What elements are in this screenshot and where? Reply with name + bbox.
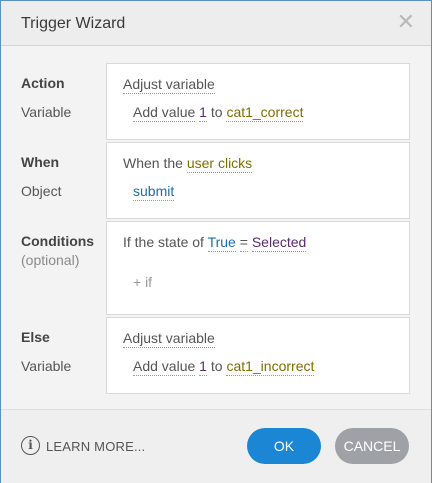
when-prefix: When the — [123, 155, 183, 171]
else-amount[interactable]: 1 — [199, 358, 207, 376]
else-variable[interactable]: cat1_incorrect — [226, 358, 315, 376]
dialog-title: Trigger Wizard — [21, 15, 126, 32]
condition-operator[interactable]: = — [239, 234, 248, 252]
conditions-label: Conditions — [21, 233, 95, 249]
conditions-box: If the state of True = Selected + if — [106, 221, 410, 315]
when-sub-label: Object — [21, 183, 62, 199]
action-label: Action — [21, 75, 65, 91]
when-label: When — [21, 154, 60, 170]
cancel-button[interactable]: CANCEL — [335, 428, 409, 464]
trigger-wizard-dialog: Trigger Wizard ✕ Action Variable Adjust … — [0, 0, 432, 483]
action-op[interactable]: Add value — [133, 104, 196, 122]
action-amount[interactable]: 1 — [199, 104, 207, 122]
conditions-sub-label: (optional) — [21, 252, 80, 268]
else-action-select[interactable]: Adjust variable — [123, 330, 215, 348]
when-box: When the user clicks submit — [106, 142, 410, 219]
else-label: Else — [21, 329, 50, 345]
when-object[interactable]: submit — [133, 183, 175, 201]
action-variable[interactable]: cat1_correct — [226, 104, 304, 122]
else-sub-label: Variable — [21, 358, 72, 374]
learn-more-link[interactable]: LEARN MORE... — [46, 439, 145, 454]
else-to-text: to — [210, 358, 223, 374]
when-event[interactable]: user clicks — [186, 155, 253, 173]
close-icon[interactable]: ✕ — [397, 10, 415, 34]
info-icon[interactable]: i — [21, 436, 40, 455]
dialog-footer: i LEARN MORE... OK CANCEL — [1, 409, 431, 483]
condition-state[interactable]: Selected — [251, 234, 307, 252]
ok-button[interactable]: OK — [247, 428, 321, 464]
condition-prefix: If the state of — [123, 234, 204, 250]
condition-subject[interactable]: True — [207, 234, 236, 252]
else-op[interactable]: Add value — [133, 358, 196, 376]
title-bar: Trigger Wizard ✕ — [1, 1, 431, 46]
add-if-button[interactable]: + if — [133, 274, 152, 290]
action-box: Adjust variable Add value 1 to cat1_corr… — [106, 63, 410, 140]
action-select[interactable]: Adjust variable — [123, 76, 215, 94]
action-to-text: to — [210, 104, 223, 120]
else-box: Adjust variable Add value 1 to cat1_inco… — [106, 317, 410, 394]
action-sub-label: Variable — [21, 104, 72, 120]
